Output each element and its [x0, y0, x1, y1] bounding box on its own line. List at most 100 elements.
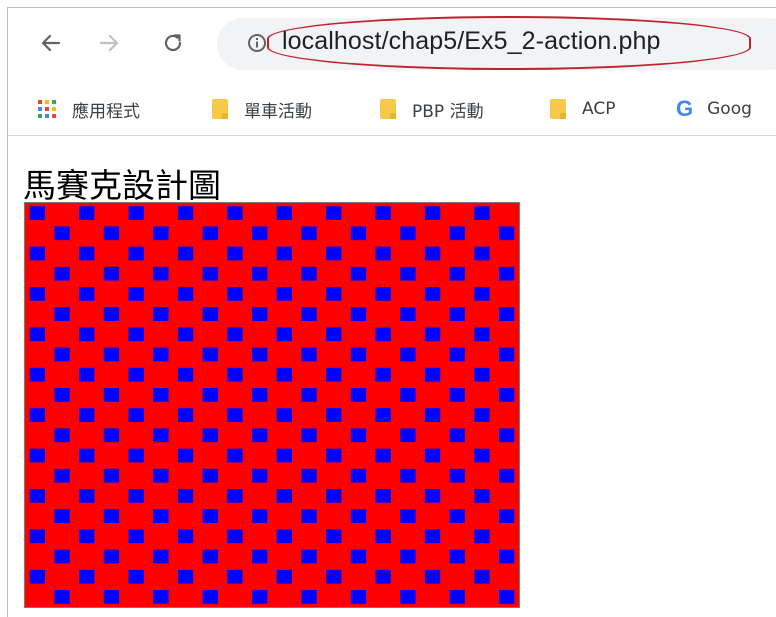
mosaic-tile — [202, 549, 218, 564]
mosaic-tile — [424, 327, 441, 342]
mosaic-tile — [326, 246, 342, 261]
mosaic-tile — [153, 347, 169, 362]
mosaic-tile — [128, 246, 144, 261]
mosaic-tile — [474, 327, 490, 342]
mosaic-tile — [227, 569, 243, 584]
mosaic-tile — [103, 468, 120, 483]
mosaic-tile — [498, 509, 515, 523]
mosaic-tile — [498, 226, 515, 241]
mosaic-tile — [301, 388, 317, 402]
reload-button[interactable] — [158, 28, 188, 58]
mosaic-tile — [103, 266, 120, 281]
mosaic-tile — [326, 367, 342, 382]
mosaic-tile — [177, 489, 194, 503]
back-button[interactable] — [36, 28, 66, 58]
mosaic-tile — [202, 347, 218, 362]
mosaic-tile — [449, 226, 465, 241]
url-text[interactable]: localhost/chap5/Ex5_2-action.php — [282, 27, 660, 56]
mosaic-tile — [153, 509, 169, 523]
mosaic-tile — [424, 246, 441, 261]
mosaic-tile — [326, 206, 342, 220]
mosaic-tile — [29, 448, 46, 463]
bookmark-folder-bike[interactable]: 單車活動 — [212, 94, 312, 124]
bookmark-apps[interactable]: 應用程式 — [38, 94, 140, 124]
mosaic-tile — [153, 549, 169, 564]
page-title: 馬賽克設計圖 — [23, 166, 221, 205]
mosaic-tile — [400, 307, 416, 321]
mosaic-tile — [177, 367, 194, 382]
mosaic-tile — [251, 347, 268, 362]
mosaic-tile — [103, 226, 120, 241]
mosaic-tile — [326, 448, 342, 463]
bookmark-google[interactable]: G Goog — [676, 94, 752, 124]
mosaic-tile — [79, 327, 95, 342]
mosaic-tile — [400, 266, 416, 281]
mosaic-tile — [400, 347, 416, 362]
mosaic-tile — [29, 246, 46, 261]
mosaic-tile — [276, 246, 293, 261]
forward-button[interactable] — [94, 28, 124, 58]
bookmark-label: Goog — [707, 99, 752, 119]
mosaic-tile — [153, 468, 169, 483]
mosaic-tile — [251, 266, 268, 281]
mosaic-tile — [153, 590, 169, 604]
mosaic-tile — [474, 489, 490, 503]
mosaic-tile — [350, 428, 367, 443]
mosaic-tile — [326, 287, 342, 301]
mosaic-tile — [54, 388, 70, 402]
mosaic-tile — [498, 347, 515, 362]
mosaic-tile — [326, 327, 342, 342]
bookmark-label: PBP 活動 — [412, 101, 484, 122]
mosaic-tile — [498, 468, 515, 483]
mosaic-tile — [177, 529, 194, 544]
mosaic-tile — [29, 287, 46, 301]
browser-window: localhost/chap5/Ex5_2-action.php 應用程式 單車… — [0, 0, 776, 617]
mosaic-tile — [276, 529, 293, 544]
reload-icon — [164, 34, 182, 52]
back-arrow-icon — [41, 34, 61, 52]
mosaic-tile — [79, 287, 95, 301]
mosaic-tile — [375, 408, 391, 422]
mosaic-tile — [474, 367, 490, 382]
mosaic-tile — [375, 367, 391, 382]
mosaic-tile — [251, 307, 268, 321]
mosaic-tile — [251, 428, 268, 443]
mosaic-canvas — [25, 203, 519, 607]
mosaic-tile — [276, 367, 293, 382]
folder-icon — [380, 99, 396, 119]
mosaic-tile — [103, 388, 120, 402]
mosaic-tile — [54, 590, 70, 604]
mosaic-tile — [474, 448, 490, 463]
mosaic-tile — [276, 408, 293, 422]
mosaic-tile — [103, 509, 120, 523]
mosaic-tile — [227, 206, 243, 220]
mosaic-tile — [350, 307, 367, 321]
mosaic-tile — [400, 590, 416, 604]
mosaic-tile — [227, 489, 243, 503]
mosaic-tile — [251, 549, 268, 564]
bookmark-folder-acp[interactable]: ACP — [550, 94, 615, 124]
mosaic-tile — [79, 408, 95, 422]
mosaic-tile — [54, 549, 70, 564]
mosaic-tile — [375, 529, 391, 544]
mosaic-tile — [251, 509, 268, 523]
mosaic-tile — [474, 206, 490, 220]
mosaic-tile — [375, 569, 391, 584]
mosaic-tile — [375, 287, 391, 301]
mosaic-tile — [276, 287, 293, 301]
info-icon[interactable] — [247, 33, 267, 53]
address-bar[interactable]: localhost/chap5/Ex5_2-action.php — [217, 18, 776, 70]
mosaic-tile — [449, 388, 465, 402]
mosaic-tile — [424, 287, 441, 301]
mosaic-tile — [128, 287, 144, 301]
mosaic-tile — [424, 367, 441, 382]
mosaic-tile — [375, 448, 391, 463]
mosaic-tile — [79, 448, 95, 463]
mosaic-tile — [350, 590, 367, 604]
mosaic-tile — [177, 448, 194, 463]
mosaic-tile — [79, 206, 95, 220]
mosaic-tile — [400, 388, 416, 402]
bookmark-folder-pbp[interactable]: PBP 活動 — [380, 94, 484, 124]
forward-arrow-icon — [99, 34, 119, 52]
mosaic-tile — [350, 468, 367, 483]
